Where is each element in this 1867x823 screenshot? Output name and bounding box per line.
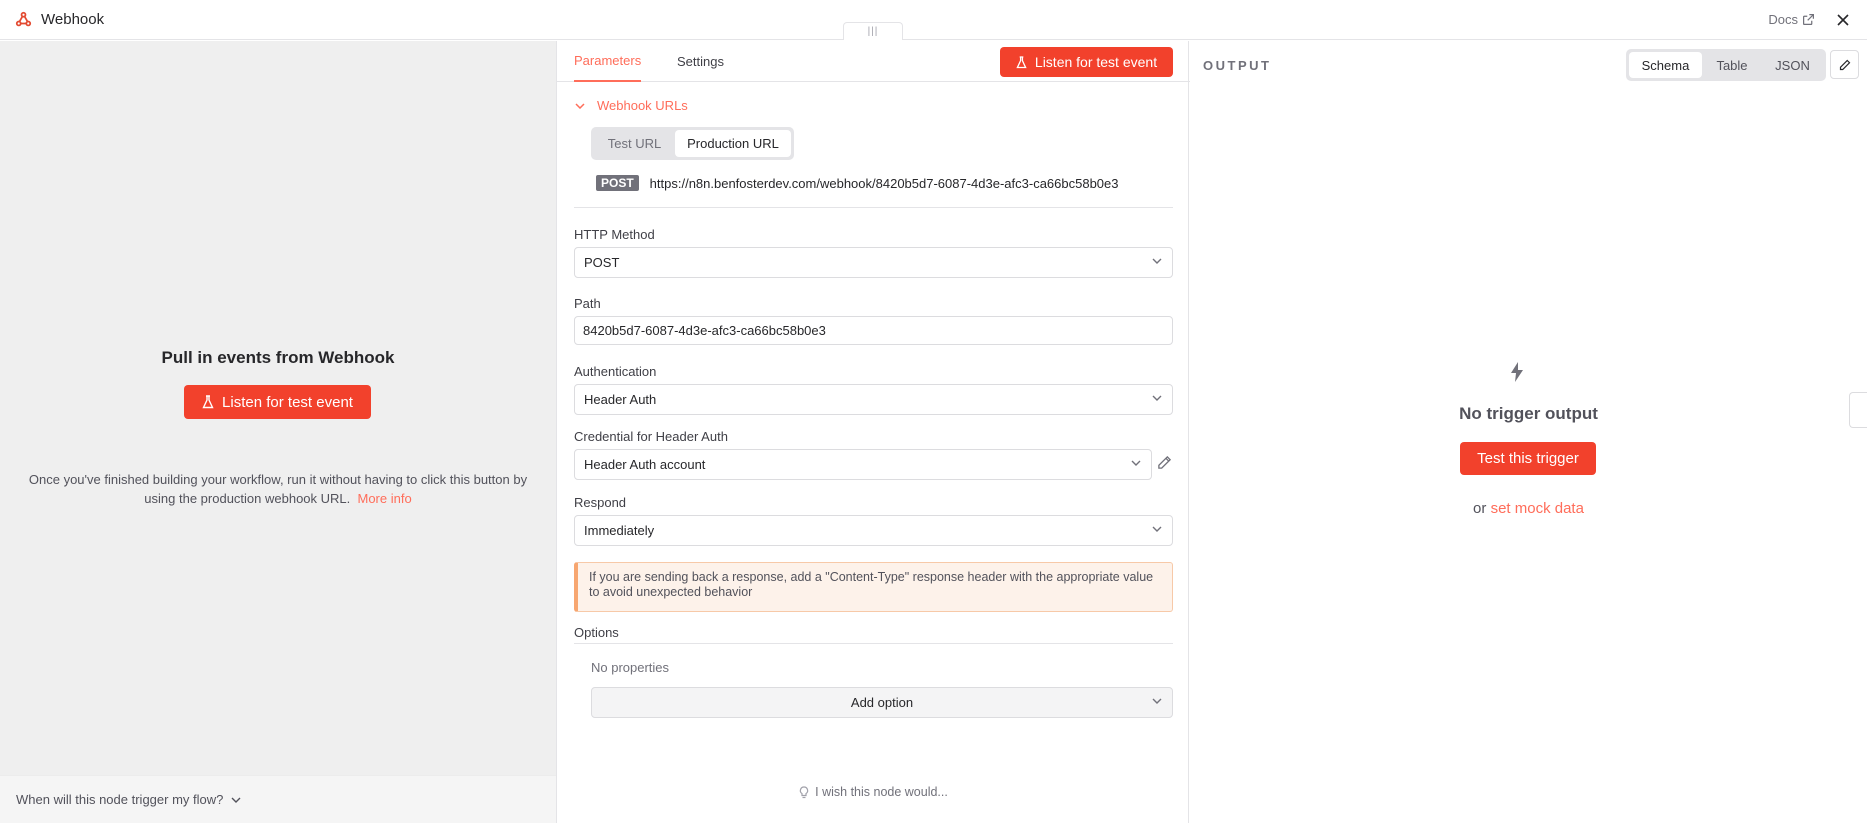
chevron-down-icon	[1131, 460, 1141, 466]
no-output-title: No trigger output	[1459, 404, 1598, 423]
node-title: Webhook	[41, 11, 105, 28]
respond-select[interactable]: Immediately	[574, 515, 1173, 546]
edit-output-button[interactable]	[1830, 50, 1859, 79]
listen-test-event-button-top[interactable]: Listen for test event	[1000, 47, 1173, 77]
flask-icon	[1016, 55, 1027, 68]
url-type-switch: Test URL Production URL	[591, 127, 794, 160]
bolt-icon	[1511, 362, 1523, 382]
tab-parameters[interactable]: Parameters	[574, 41, 642, 82]
output-view-switch: Schema Table JSON	[1626, 49, 1826, 81]
trigger-help-text: When will this node trigger my flow?	[16, 792, 224, 807]
add-option-button[interactable]: Add option	[591, 687, 1173, 718]
http-method-select[interactable]: POST	[574, 247, 1173, 278]
path-label: Path	[574, 296, 601, 311]
respond-label: Respond	[574, 495, 627, 510]
options-label: Options	[574, 625, 619, 640]
more-info-link[interactable]: More info	[358, 491, 412, 506]
authentication-value: Header Auth	[584, 392, 657, 407]
production-info: Once you've finished building your workf…	[18, 470, 538, 508]
output-panel: OUTPUT Schema Table JSON No trigger outp…	[1190, 41, 1867, 823]
close-button[interactable]	[1833, 10, 1853, 30]
top-bar: Webhook Docs	[0, 0, 1867, 40]
options-divider	[574, 643, 1173, 644]
mock-data-line: or set mock data	[1190, 500, 1867, 517]
pencil-icon	[1839, 59, 1850, 70]
flask-icon	[202, 395, 214, 409]
test-trigger-button[interactable]: Test this trigger	[1460, 442, 1596, 475]
chevron-down-icon	[1152, 698, 1162, 704]
docs-link[interactable]: Docs	[1768, 12, 1815, 27]
chevron-down-icon	[1152, 395, 1162, 401]
tab-settings[interactable]: Settings	[677, 41, 724, 82]
credential-label: Credential for Header Auth	[574, 429, 728, 444]
authentication-select[interactable]: Header Auth	[574, 384, 1173, 415]
chevron-down-icon	[1152, 258, 1162, 264]
close-icon	[1837, 13, 1849, 26]
authentication-label: Authentication	[574, 364, 657, 379]
test-url-option[interactable]: Test URL	[594, 130, 675, 157]
content-type-notice: If you are sending back a response, add …	[574, 562, 1173, 612]
collapse-panel-tab[interactable]	[1849, 392, 1867, 428]
output-label: OUTPUT	[1203, 58, 1272, 73]
view-table[interactable]: Table	[1702, 52, 1762, 78]
input-panel: Pull in events from Webhook Listen for t…	[0, 41, 556, 823]
lightbulb-icon	[799, 785, 809, 798]
trigger-heading: Pull in events from Webhook	[161, 348, 395, 367]
feedback-link[interactable]: I wish this node would...	[557, 785, 1190, 799]
set-mock-data-link[interactable]: set mock data	[1491, 500, 1584, 517]
webhook-url[interactable]: https://n8n.benfosterdev.com/webhook/842…	[650, 176, 1119, 191]
chevron-down-icon	[231, 797, 241, 803]
mock-prefix: or	[1473, 500, 1487, 517]
credential-value: Header Auth account	[584, 457, 706, 472]
docs-label: Docs	[1768, 12, 1798, 27]
feedback-text: I wish this node would...	[815, 785, 948, 799]
webhook-url-row[interactable]: POST https://n8n.benfosterdev.com/webhoo…	[596, 175, 1119, 191]
listen-label: Listen for test event	[222, 393, 353, 411]
view-schema[interactable]: Schema	[1629, 52, 1702, 78]
panel-drag-handle[interactable]: |||	[843, 22, 903, 40]
webhook-urls-label: Webhook URLs	[597, 98, 688, 113]
http-method-label: HTTP Method	[574, 227, 655, 242]
divider	[574, 207, 1173, 208]
credential-select[interactable]: Header Auth account	[574, 449, 1152, 480]
trigger-help-toggle[interactable]: When will this node trigger my flow?	[0, 775, 556, 823]
webhook-icon	[13, 10, 33, 30]
panel-tabs: Parameters Settings Listen for test even…	[557, 41, 1190, 82]
listen-label: Listen for test event	[1034, 54, 1158, 70]
chevron-down-icon	[575, 102, 585, 109]
no-properties-text: No properties	[591, 660, 670, 675]
add-option-label: Add option	[850, 695, 914, 710]
edit-credential-icon[interactable]	[1157, 455, 1172, 470]
http-method-value: POST	[584, 255, 620, 270]
webhook-urls-toggle[interactable]: Webhook URLs	[575, 98, 688, 113]
production-info-text: Once you've finished building your workf…	[28, 472, 528, 506]
parameters-panel: Parameters Settings Listen for test even…	[556, 41, 1190, 823]
external-link-icon	[1803, 14, 1814, 25]
chevron-down-icon	[1152, 526, 1162, 532]
production-url-option[interactable]: Production URL	[675, 130, 791, 157]
listen-test-event-button[interactable]: Listen for test event	[184, 385, 371, 419]
path-input[interactable]: 8420b5d7-6087-4d3e-afc3-ca66bc58b0e3	[574, 316, 1173, 345]
view-json[interactable]: JSON	[1762, 52, 1823, 78]
respond-value: Immediately	[584, 523, 655, 538]
method-badge: POST	[596, 175, 639, 191]
